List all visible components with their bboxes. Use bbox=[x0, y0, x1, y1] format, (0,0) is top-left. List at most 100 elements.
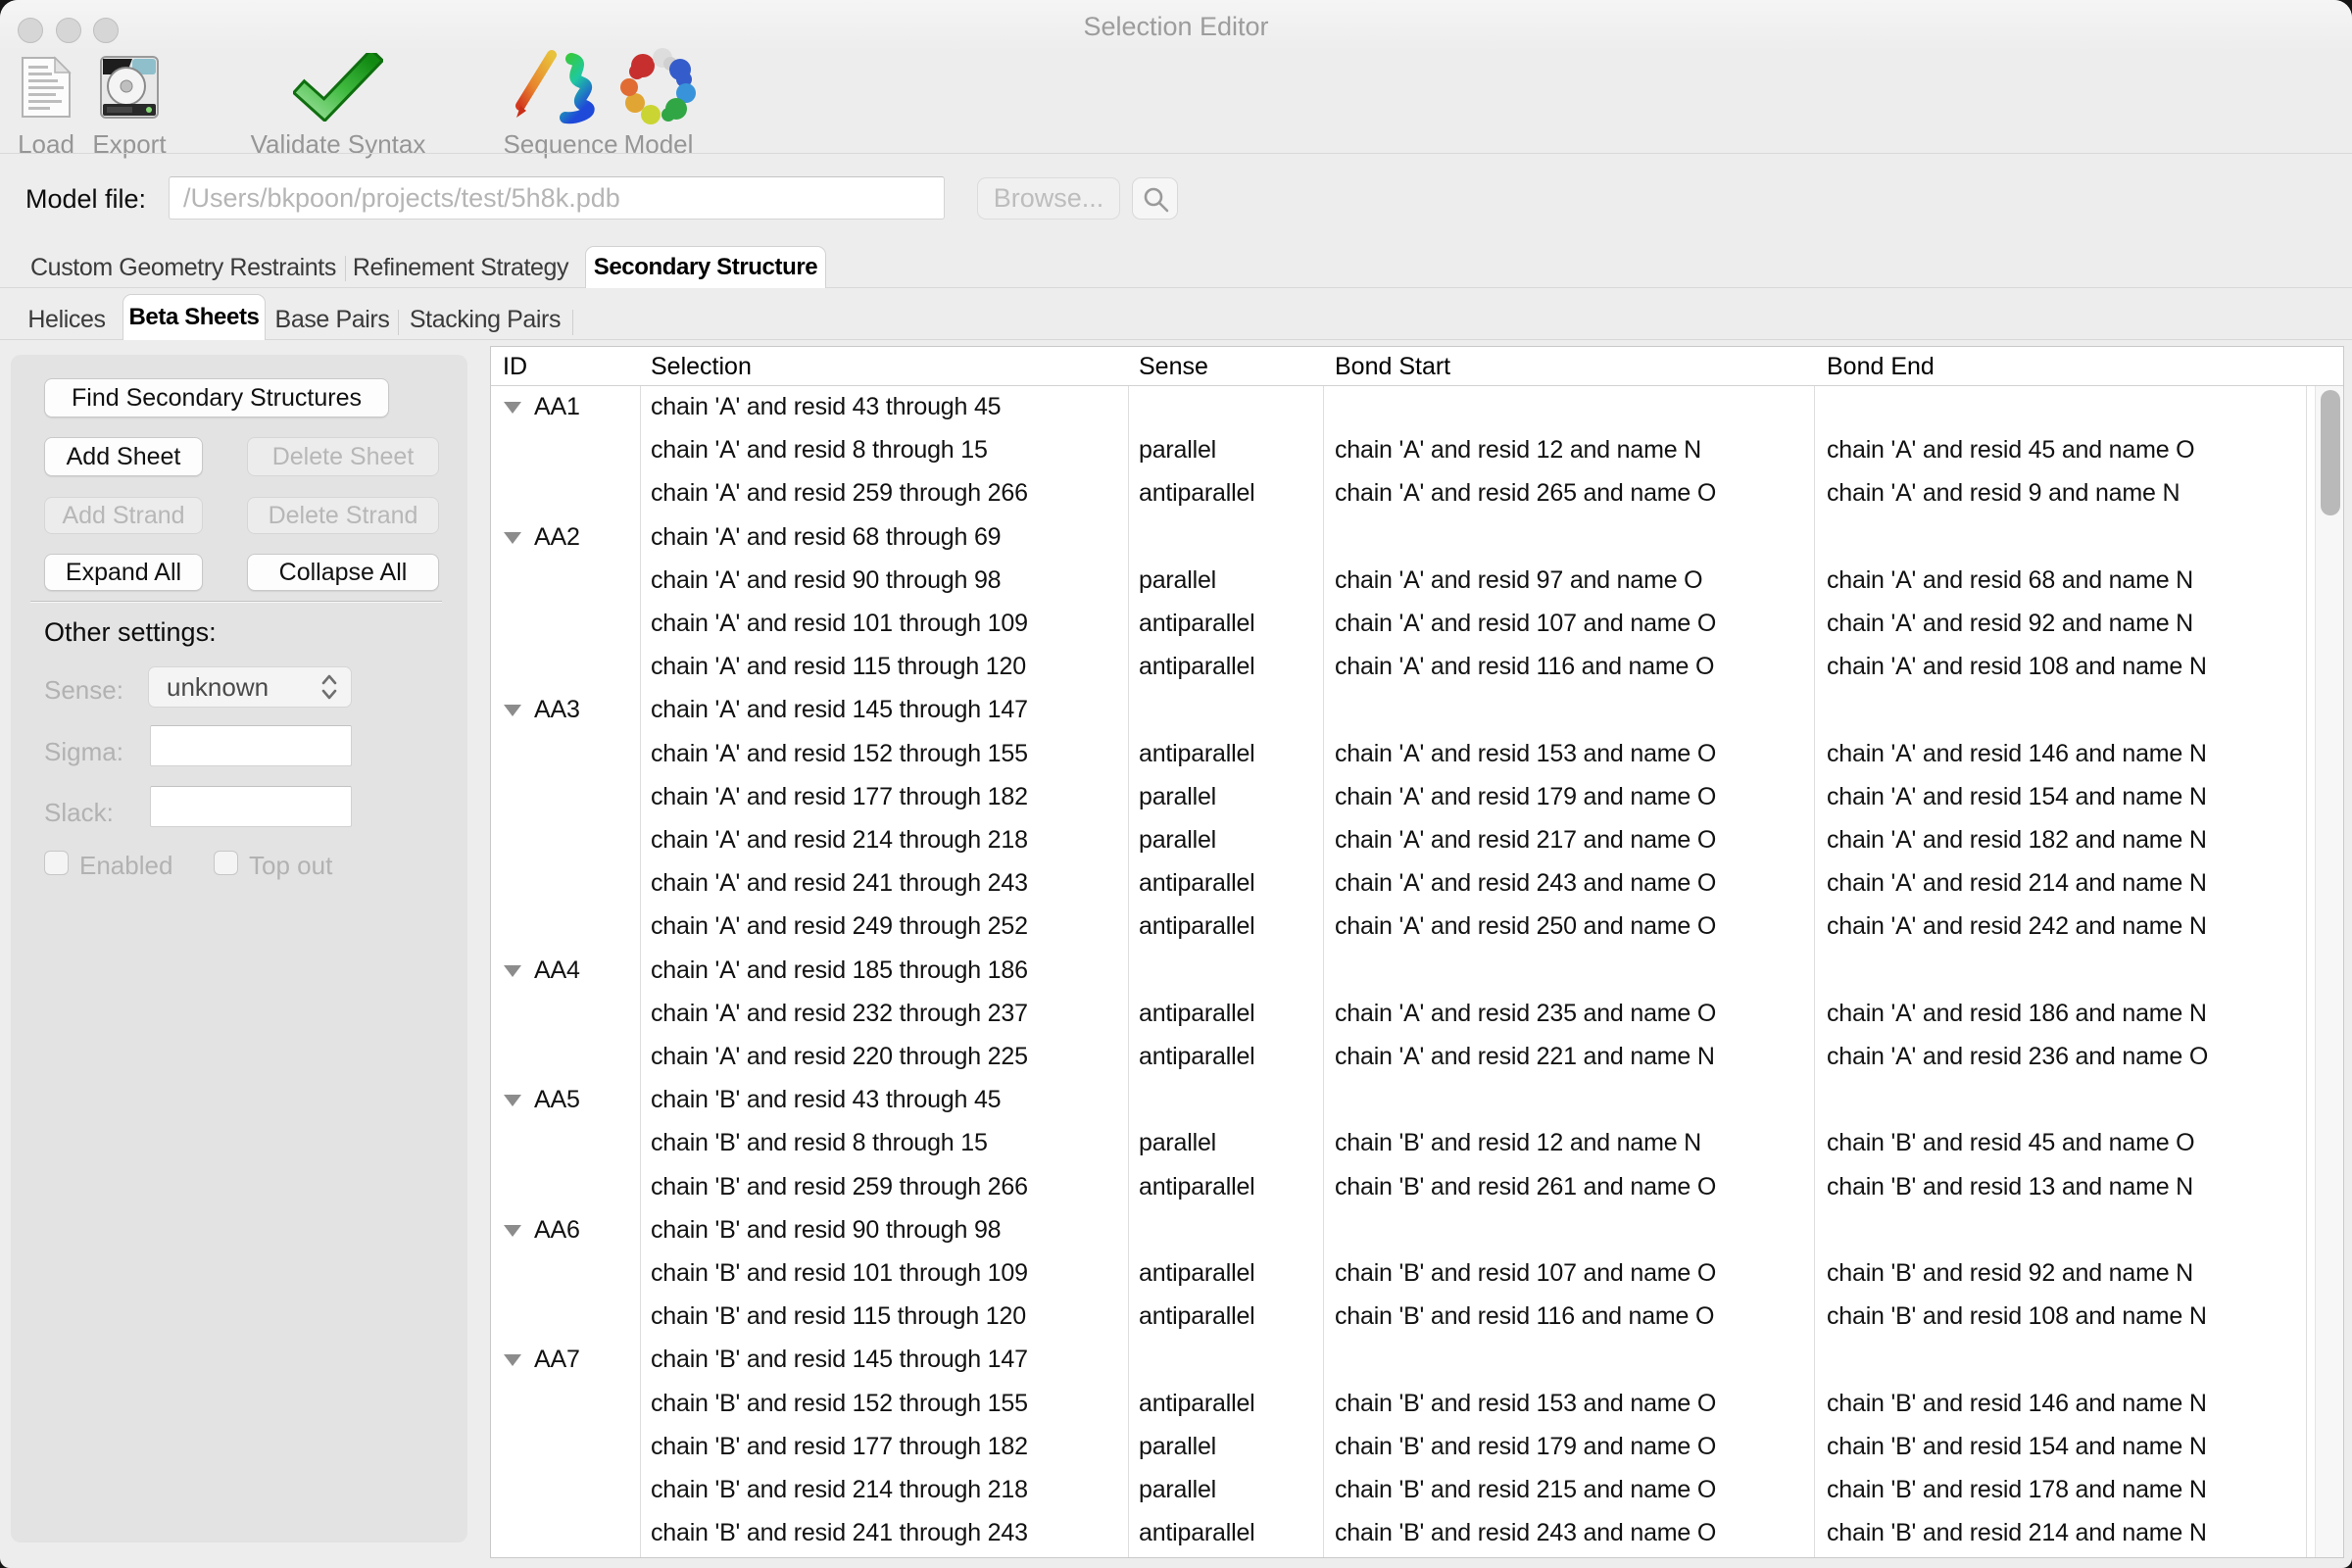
collapse-all-button[interactable]: Collapse All bbox=[247, 554, 439, 591]
table-row[interactable]: AA7 chain 'B' and resid 145 through 147 bbox=[491, 1339, 2343, 1382]
beta-sheets-table: ID Selection Sense Bond Start Bond End A… bbox=[490, 346, 2344, 1558]
cell-bond-end: chain 'A' and resid 182 and name N bbox=[1827, 826, 2207, 855]
table-row[interactable]: chain 'B' and resid 152 through 155 anti… bbox=[491, 1383, 2343, 1426]
model-file-input[interactable] bbox=[169, 176, 945, 220]
table-row[interactable]: chain 'A' and resid 214 through 218 para… bbox=[491, 819, 2343, 862]
model-button[interactable]: Model bbox=[610, 49, 708, 151]
cell-bond-start: chain 'A' and resid 97 and name O bbox=[1335, 566, 1702, 595]
table-row[interactable]: chain 'A' and resid 101 through 109 anti… bbox=[491, 603, 2343, 646]
slack-field[interactable] bbox=[150, 786, 352, 827]
cell-bond-end: chain 'A' and resid 236 and name O bbox=[1827, 1043, 2208, 1071]
subtab-stacking-pairs[interactable]: Stacking Pairs bbox=[406, 306, 564, 334]
table-row[interactable]: AA1 chain 'A' and resid 43 through 45 bbox=[491, 386, 2343, 429]
disclosure-triangle-icon[interactable] bbox=[504, 1095, 521, 1106]
sequence-button[interactable]: Sequence bbox=[496, 49, 625, 151]
table-row[interactable]: chain 'A' and resid 249 through 252 anti… bbox=[491, 906, 2343, 949]
disclosure-triangle-icon[interactable] bbox=[504, 1354, 521, 1366]
top-out-checkbox[interactable] bbox=[214, 851, 238, 875]
cell-selection: chain 'A' and resid 220 through 225 bbox=[651, 1043, 1028, 1071]
cell-bond-start: chain 'A' and resid 217 and name O bbox=[1335, 826, 1716, 855]
cell-sense: antiparallel bbox=[1139, 869, 1255, 898]
sense-label: Sense: bbox=[44, 675, 123, 706]
find-secondary-structures-button[interactable]: Find Secondary Structures bbox=[44, 378, 389, 417]
load-button[interactable]: Load bbox=[14, 49, 78, 151]
cell-bond-end: chain 'A' and resid 108 and name N bbox=[1827, 653, 2207, 681]
disclosure-triangle-icon[interactable] bbox=[504, 532, 521, 544]
settings-divider bbox=[30, 601, 442, 603]
enabled-checkbox[interactable] bbox=[44, 851, 69, 875]
table-row[interactable]: chain 'B' and resid 241 through 243 anti… bbox=[491, 1512, 2343, 1555]
expand-all-button[interactable]: Expand All bbox=[44, 554, 203, 591]
column-header-sense[interactable]: Sense bbox=[1139, 353, 1208, 381]
table-row[interactable]: chain 'A' and resid 220 through 225 anti… bbox=[491, 1036, 2343, 1079]
cell-sense: antiparallel bbox=[1139, 1519, 1255, 1547]
column-header-bond-start[interactable]: Bond Start bbox=[1335, 353, 1450, 381]
table-row[interactable]: AA5 chain 'B' and resid 43 through 45 bbox=[491, 1079, 2343, 1122]
cell-id: AA4 bbox=[534, 956, 580, 985]
table-row[interactable]: chain 'A' and resid 232 through 237 anti… bbox=[491, 993, 2343, 1036]
sigma-field[interactable] bbox=[150, 725, 352, 766]
table-row[interactable]: chain 'A' and resid 8 through 15 paralle… bbox=[491, 429, 2343, 472]
sequence-label: Sequence bbox=[503, 129, 617, 160]
table-row[interactable]: AA6 chain 'B' and resid 90 through 98 bbox=[491, 1209, 2343, 1252]
model-file-label: Model file: bbox=[25, 184, 146, 215]
subtabstrip-border bbox=[0, 339, 2352, 340]
export-button[interactable]: Export bbox=[92, 49, 167, 151]
table-row[interactable]: chain 'A' and resid 90 through 98 parall… bbox=[491, 560, 2343, 603]
model-label: Model bbox=[624, 129, 694, 160]
table-row[interactable]: chain 'B' and resid 177 through 182 para… bbox=[491, 1426, 2343, 1469]
cell-bond-end: chain 'B' and resid 154 and name N bbox=[1827, 1433, 2207, 1461]
subtab-beta-sheets[interactable]: Beta Sheets bbox=[122, 294, 266, 340]
cell-sense: parallel bbox=[1139, 1476, 1216, 1504]
tab-custom-geometry-restraints[interactable]: Custom Geometry Restraints bbox=[22, 254, 345, 282]
table-row[interactable]: AA2 chain 'A' and resid 68 through 69 bbox=[491, 516, 2343, 560]
cell-sense: parallel bbox=[1139, 436, 1216, 465]
disclosure-triangle-icon[interactable] bbox=[504, 402, 521, 414]
document-icon bbox=[14, 51, 78, 123]
cell-sense: parallel bbox=[1139, 566, 1216, 595]
subtab-helices[interactable]: Helices bbox=[18, 306, 116, 334]
table-row[interactable]: chain 'A' and resid 177 through 182 para… bbox=[491, 776, 2343, 819]
slack-label: Slack: bbox=[44, 798, 114, 828]
add-strand-button[interactable]: Add Strand bbox=[44, 497, 203, 534]
column-header-bond-end[interactable]: Bond End bbox=[1827, 353, 1935, 381]
table-row[interactable]: chain 'B' and resid 214 through 218 para… bbox=[491, 1469, 2343, 1512]
table-row[interactable]: chain 'B' and resid 8 through 15 paralle… bbox=[491, 1122, 2343, 1165]
tab-secondary-structure[interactable]: Secondary Structure bbox=[585, 246, 826, 288]
column-divider bbox=[2306, 347, 2307, 1557]
cell-sense: antiparallel bbox=[1139, 1043, 1255, 1071]
sense-value: unknown bbox=[149, 672, 319, 703]
cell-selection: chain 'B' and resid 259 through 266 bbox=[651, 1173, 1028, 1201]
table-row[interactable]: chain 'A' and resid 259 through 266 anti… bbox=[491, 472, 2343, 515]
table-row[interactable]: chain 'B' and resid 101 through 109 anti… bbox=[491, 1252, 2343, 1296]
cell-bond-end: chain 'A' and resid 92 and name N bbox=[1827, 610, 2193, 638]
column-header-id[interactable]: ID bbox=[503, 353, 527, 381]
sense-dropdown[interactable]: unknown bbox=[148, 666, 352, 708]
disclosure-triangle-icon[interactable] bbox=[504, 1225, 521, 1237]
add-sheet-button[interactable]: Add Sheet bbox=[44, 437, 203, 476]
delete-sheet-button[interactable]: Delete Sheet bbox=[247, 437, 439, 476]
tab-refinement-strategy[interactable]: Refinement Strategy bbox=[349, 254, 572, 282]
table-row[interactable]: AA3 chain 'A' and resid 145 through 147 bbox=[491, 689, 2343, 732]
cell-bond-start: chain 'B' and resid 215 and name O bbox=[1335, 1476, 1716, 1504]
search-file-button[interactable] bbox=[1132, 177, 1178, 220]
cell-bond-start: chain 'B' and resid 261 and name O bbox=[1335, 1173, 1716, 1201]
validate-syntax-button[interactable]: Validate Syntax bbox=[247, 49, 429, 151]
table-row[interactable]: AA4 chain 'A' and resid 185 through 186 bbox=[491, 950, 2343, 993]
table-row[interactable]: chain 'A' and resid 241 through 243 anti… bbox=[491, 862, 2343, 906]
disclosure-triangle-icon[interactable] bbox=[504, 705, 521, 716]
delete-strand-button[interactable]: Delete Strand bbox=[247, 497, 439, 534]
cell-selection: chain 'A' and resid 177 through 182 bbox=[651, 783, 1028, 811]
column-header-selection[interactable]: Selection bbox=[651, 353, 752, 381]
table-row[interactable]: chain 'B' and resid 259 through 266 anti… bbox=[491, 1166, 2343, 1209]
browse-button[interactable]: Browse... bbox=[977, 177, 1120, 220]
scrollbar-thumb[interactable] bbox=[2321, 390, 2340, 515]
vertical-scrollbar[interactable] bbox=[2315, 386, 2344, 1557]
disclosure-triangle-icon[interactable] bbox=[504, 965, 521, 977]
column-divider bbox=[640, 347, 641, 1557]
table-row[interactable]: chain 'B' and resid 115 through 120 anti… bbox=[491, 1296, 2343, 1339]
subtab-base-pairs[interactable]: Base Pairs bbox=[269, 306, 396, 334]
cell-bond-end: chain 'B' and resid 13 and name N bbox=[1827, 1173, 2193, 1201]
table-row[interactable]: chain 'A' and resid 115 through 120 anti… bbox=[491, 646, 2343, 689]
table-row[interactable]: chain 'A' and resid 152 through 155 anti… bbox=[491, 733, 2343, 776]
